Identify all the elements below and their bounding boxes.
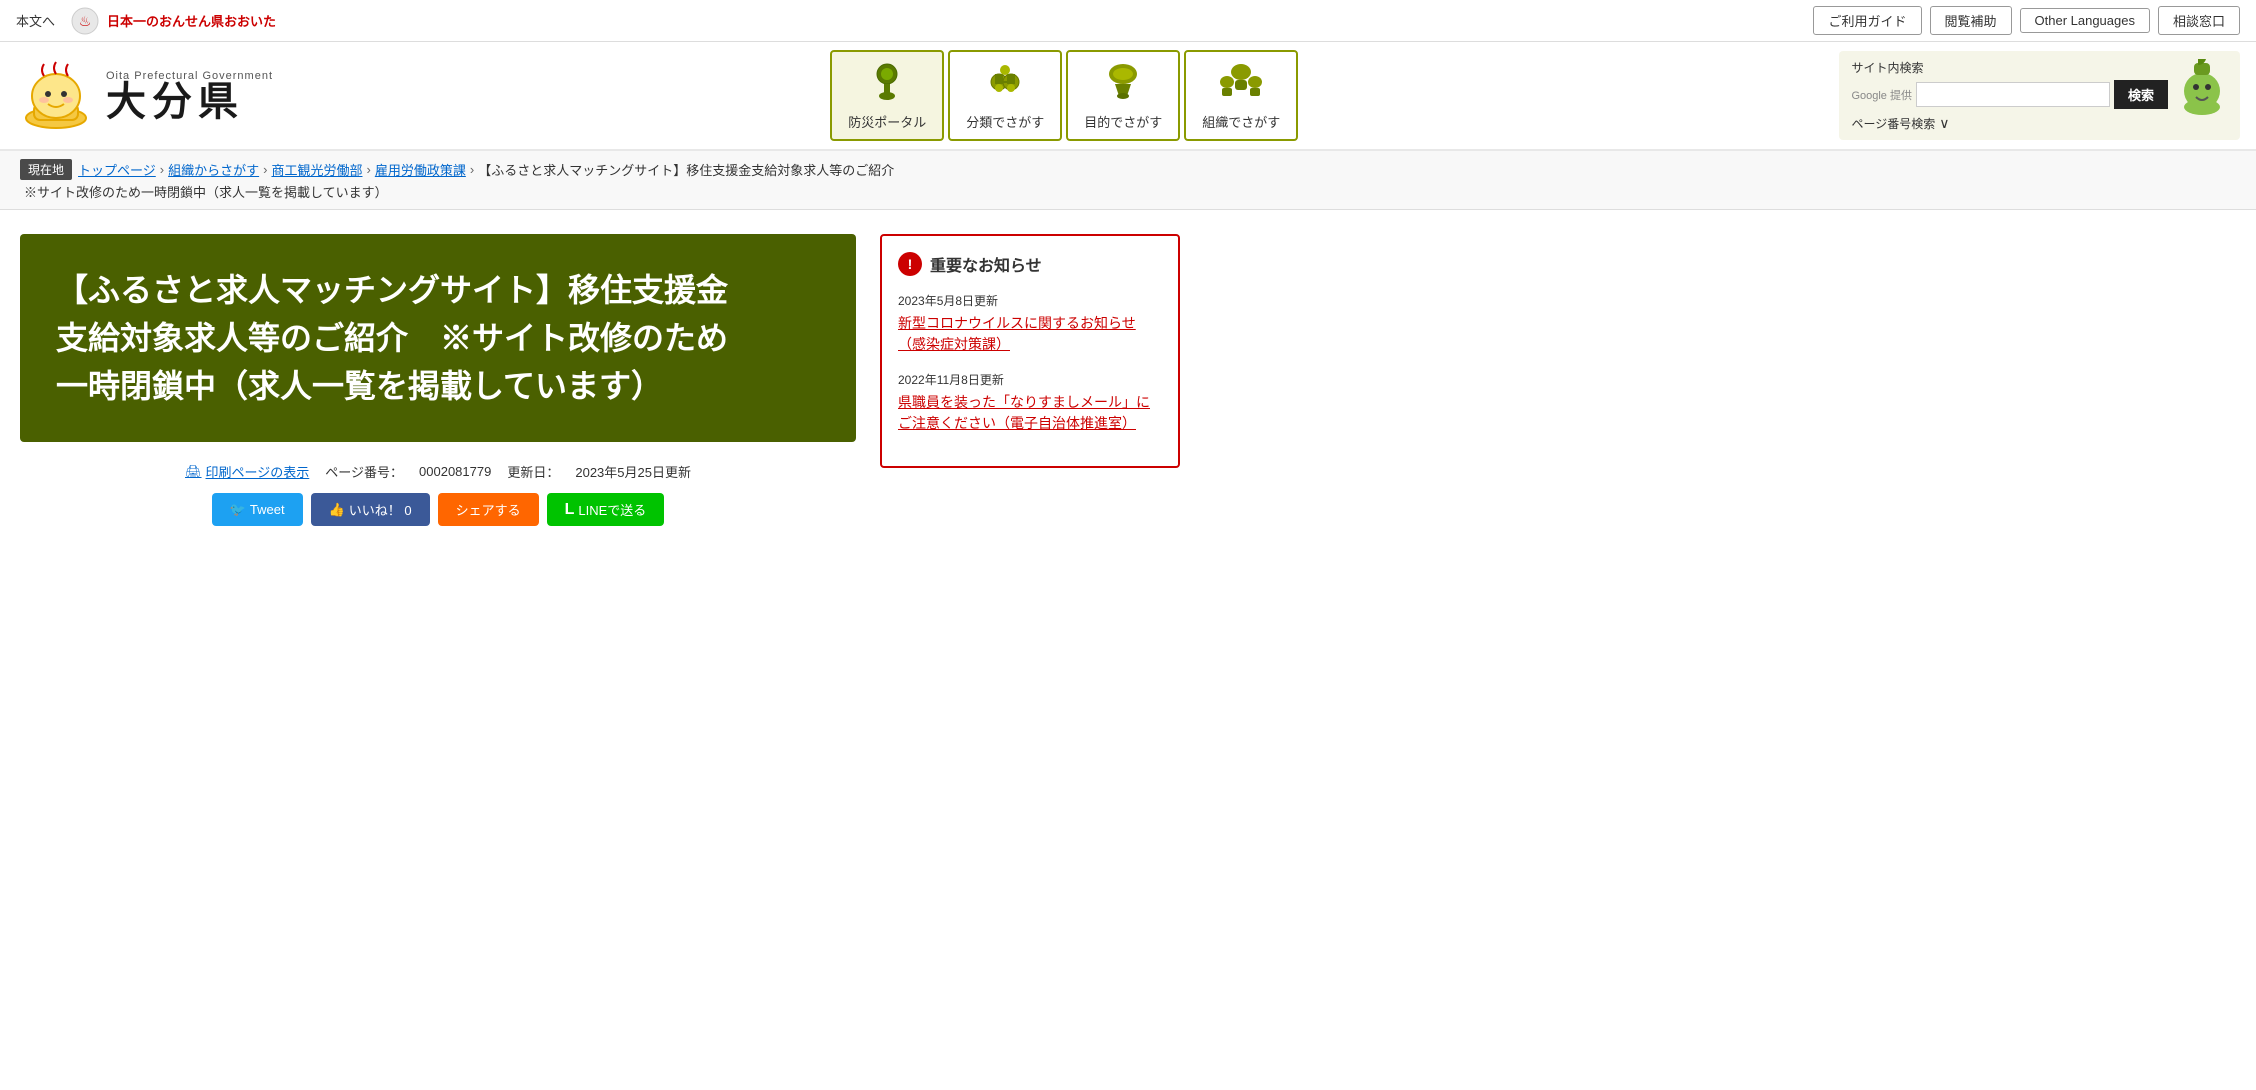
notice-link-1[interactable]: 新型コロナウイルスに関するお知らせ（感染症対策課） xyxy=(898,315,1136,352)
printer-icon: 🖨 xyxy=(185,464,202,480)
like-label: いいね！ 0 xyxy=(349,500,412,519)
soshiki-label: 組織でさがす xyxy=(1202,112,1280,131)
tweet-label: Tweet xyxy=(250,502,285,517)
location-badge: 現在地 xyxy=(20,159,72,180)
nav-bousai[interactable]: 防災ポータル xyxy=(830,50,944,141)
nav-icons-bar: 防災ポータル 分類でさがす xyxy=(301,50,1827,141)
notice-link-2[interactable]: 県職員を装った「なりすましメール」にご注意ください（電子自治体推進室） xyxy=(898,394,1150,431)
search-input[interactable] xyxy=(1916,82,2110,107)
line-label: LINEで送る xyxy=(578,500,646,519)
like-button[interactable]: 👍 いいね！ 0 xyxy=(311,493,430,526)
breadcrumb-bar: 現在地 トップページ › 組織からさがす › 商工観光労働部 › 雇用労働政策課… xyxy=(0,151,2256,210)
search-mascot-svg xyxy=(2176,59,2228,115)
search-button[interactable]: 検索 xyxy=(2114,80,2168,109)
page-num-label: ページ番号検索 xyxy=(1851,115,1935,132)
chevron-down-icon: ∨ xyxy=(1939,115,1949,132)
oita-tagline: 日本一のおんせん県おおいた xyxy=(107,11,276,30)
top-utility-bar: 本文へ ♨ 日本一のおんせん県おおいた ご利用ガイド 閲覧補助 Other La… xyxy=(0,0,2256,42)
nav-mokuteki[interactable]: 目的でさがす xyxy=(1066,50,1180,141)
breadcrumb-soshiki[interactable]: 組織からさがす xyxy=(168,160,259,179)
notice-date-1: 2023年5月8日更新 xyxy=(898,292,1162,309)
update-label: 更新日： xyxy=(507,462,559,481)
mascot-logo xyxy=(16,56,96,136)
bousai-label: 防災ポータル xyxy=(848,112,926,131)
print-link[interactable]: 🖨 印刷ページの表示 xyxy=(185,462,309,481)
main-content: 【ふるさと求人マッチングサイト】移住支援金 支給対象求人等のご紹介 ※サイト改修… xyxy=(20,234,856,526)
nav-bunrui[interactable]: 分類でさがす xyxy=(948,50,1062,141)
logo-block: Oita Prefectural Government 大分県 xyxy=(16,56,273,136)
page-number-value: 0002081779 xyxy=(419,464,491,479)
guide-button[interactable]: ご利用ガイド xyxy=(1813,6,1921,35)
notice-date-2: 2022年11月8日更新 xyxy=(898,371,1162,388)
tagline-area: ♨ 日本一のおんせん県おおいた xyxy=(71,7,276,35)
search-title: サイト内検索 xyxy=(1851,59,2168,76)
svg-text:♨: ♨ xyxy=(79,13,92,29)
breadcrumb-current: 【ふるさと求人マッチングサイト】移住支援金支給対象求人等のご紹介 xyxy=(478,160,894,179)
breadcrumb-top[interactable]: トップページ xyxy=(78,160,156,179)
page-number-label: ページ番号： xyxy=(325,462,403,481)
main-header: Oita Prefectural Government 大分県 防災ポータル xyxy=(0,42,2256,151)
bousai-icon xyxy=(848,60,926,108)
right-sidebar: ! 重要なお知らせ 2023年5月8日更新 新型コロナウイルスに関するお知らせ（… xyxy=(880,234,1180,526)
google-label: Google 提供 xyxy=(1851,87,1912,103)
main-text-link[interactable]: 本文へ xyxy=(16,11,55,30)
green-banner: 【ふるさと求人マッチングサイト】移住支援金 支給対象求人等のご紹介 ※サイト改修… xyxy=(20,234,856,442)
search-row: Google 提供 検索 xyxy=(1851,80,2168,109)
oita-mascot-svg xyxy=(16,56,96,136)
mokuteki-icon xyxy=(1084,60,1162,108)
mokuteki-label: 目的でさがす xyxy=(1084,112,1162,131)
search-area-mascot xyxy=(2176,59,2228,118)
alert-icon: ! xyxy=(898,252,922,276)
line-button[interactable]: L LINEで送る xyxy=(547,493,665,526)
content-area: 【ふるさと求人マッチングサイト】移住支援金 支給対象求人等のご紹介 ※サイト改修… xyxy=(0,210,1200,550)
banner-title: 【ふるさと求人マッチングサイト】移住支援金 支給対象求人等のご紹介 ※サイト改修… xyxy=(56,266,820,410)
consultation-button[interactable]: 相談窓口 xyxy=(2158,6,2240,35)
breadcrumb-inner: 現在地 トップページ › 組織からさがす › 商工観光労働部 › 雇用労働政策課… xyxy=(20,159,2236,180)
search-area: サイト内検索 Google 提供 検索 ページ番号検索 ∨ xyxy=(1839,51,2240,140)
breadcrumb-note: ※サイト改修のため一時閉鎖中（求人一覧を掲載しています） xyxy=(20,182,2236,201)
page-num-row[interactable]: ページ番号検索 ∨ xyxy=(1851,115,2168,132)
prefecture-name: 大分県 xyxy=(106,82,273,122)
notice-item-2: 2022年11月8日更新 県職員を装った「なりすましメール」にご注意ください（電… xyxy=(898,371,1162,434)
notice-header: ! 重要なお知らせ xyxy=(898,252,1162,276)
breadcrumb-shokou[interactable]: 商工観光労働部 xyxy=(271,160,362,179)
other-languages-button[interactable]: Other Languages xyxy=(2020,8,2150,33)
share-button[interactable]: シェアする xyxy=(438,493,539,526)
social-buttons-row: 🐦 Tweet 👍 いいね！ 0 シェアする L LINEで送る xyxy=(20,493,856,526)
thumbs-up-icon: 👍 xyxy=(329,502,345,518)
update-value: 2023年5月25日更新 xyxy=(575,462,691,481)
print-label: 印刷ページの表示 xyxy=(206,462,310,481)
nav-soshiki[interactable]: 組織でさがす xyxy=(1184,50,1298,141)
oita-logo-icon: ♨ xyxy=(71,7,99,35)
logo-text-block: Oita Prefectural Government 大分県 xyxy=(106,70,273,122)
breadcrumb-koyou[interactable]: 雇用労働政策課 xyxy=(375,160,466,179)
notice-box: ! 重要なお知らせ 2023年5月8日更新 新型コロナウイルスに関するお知らせ（… xyxy=(880,234,1180,468)
notice-item-1: 2023年5月8日更新 新型コロナウイルスに関するお知らせ（感染症対策課） xyxy=(898,292,1162,355)
soshiki-icon xyxy=(1202,60,1280,108)
twitter-icon: 🐦 xyxy=(230,502,246,518)
line-icon: L xyxy=(565,501,575,519)
notice-title: 重要なお知らせ xyxy=(930,252,1042,276)
tweet-button[interactable]: 🐦 Tweet xyxy=(212,493,303,526)
accessibility-button[interactable]: 閲覧補助 xyxy=(1930,6,2012,35)
bunrui-icon xyxy=(966,60,1044,108)
page-info-row: 🖨 印刷ページの表示 ページ番号： 0002081779 更新日： 2023年5月2… xyxy=(20,462,856,481)
bunrui-label: 分類でさがす xyxy=(966,112,1044,131)
